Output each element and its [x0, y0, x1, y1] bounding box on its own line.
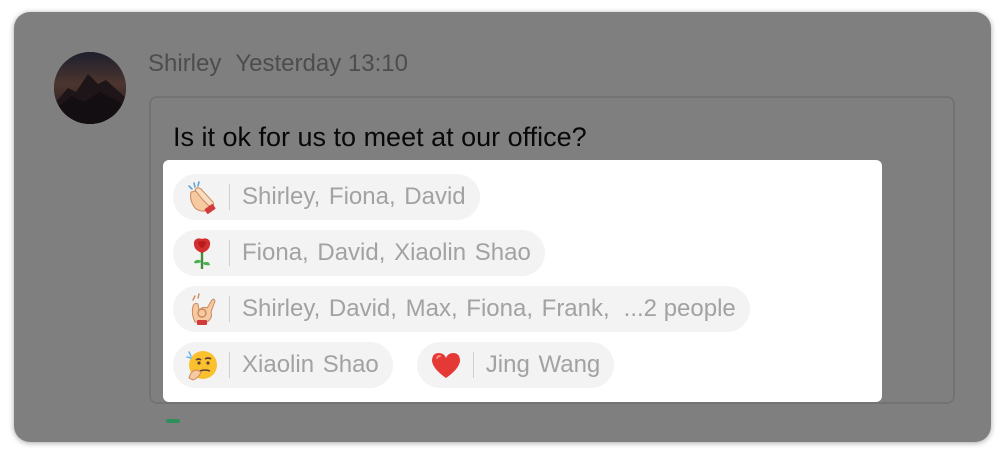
reaction-pill-thinking[interactable]: Xiaolin Shao [173, 342, 393, 388]
rose-icon [185, 236, 219, 270]
pill-divider [472, 352, 474, 378]
pill-divider [229, 184, 230, 210]
reaction-names: Xiaolin Shao [242, 351, 379, 378]
reaction-names: Shirley, Fiona, David [242, 183, 466, 210]
reaction-row: Shirley, David, Max, Fiona, Frank, ...2 … [173, 286, 774, 332]
red-heart-icon [429, 348, 463, 382]
reaction-pill-clap[interactable]: Shirley, Fiona, David [173, 174, 480, 220]
pill-divider [229, 352, 230, 378]
chat-window: ShirleyYesterday 13:10 Is it ok for us t… [14, 12, 991, 442]
pill-divider [229, 296, 230, 322]
reaction-row: Xiaolin Shao Jing Wang [173, 342, 638, 388]
reaction-names: Fiona, David, Xiaolin Shao [242, 239, 531, 266]
reaction-row: Shirley, Fiona, David [173, 174, 504, 220]
clapping-hands-icon [185, 180, 219, 214]
reaction-row: Fiona, David, Xiaolin Shao [173, 230, 569, 276]
pill-divider [229, 240, 230, 266]
ok-hand-icon [185, 292, 219, 326]
reactions-panel: Shirley, Fiona, David Fiona, David, Xiao… [163, 160, 882, 402]
reaction-pill-rose[interactable]: Fiona, David, Xiaolin Shao [173, 230, 545, 276]
reaction-names: Jing Wang [485, 351, 601, 378]
reaction-names: Shirley, David, Max, Fiona, Frank, [242, 295, 610, 322]
reaction-more-count[interactable]: ...2 people [624, 295, 736, 323]
reaction-pill-heart[interactable]: Jing Wang [416, 342, 615, 388]
reaction-pill-ok[interactable]: Shirley, David, Max, Fiona, Frank, ...2 … [173, 286, 750, 332]
status-indicator [166, 419, 180, 423]
thinking-face-icon [185, 348, 219, 382]
